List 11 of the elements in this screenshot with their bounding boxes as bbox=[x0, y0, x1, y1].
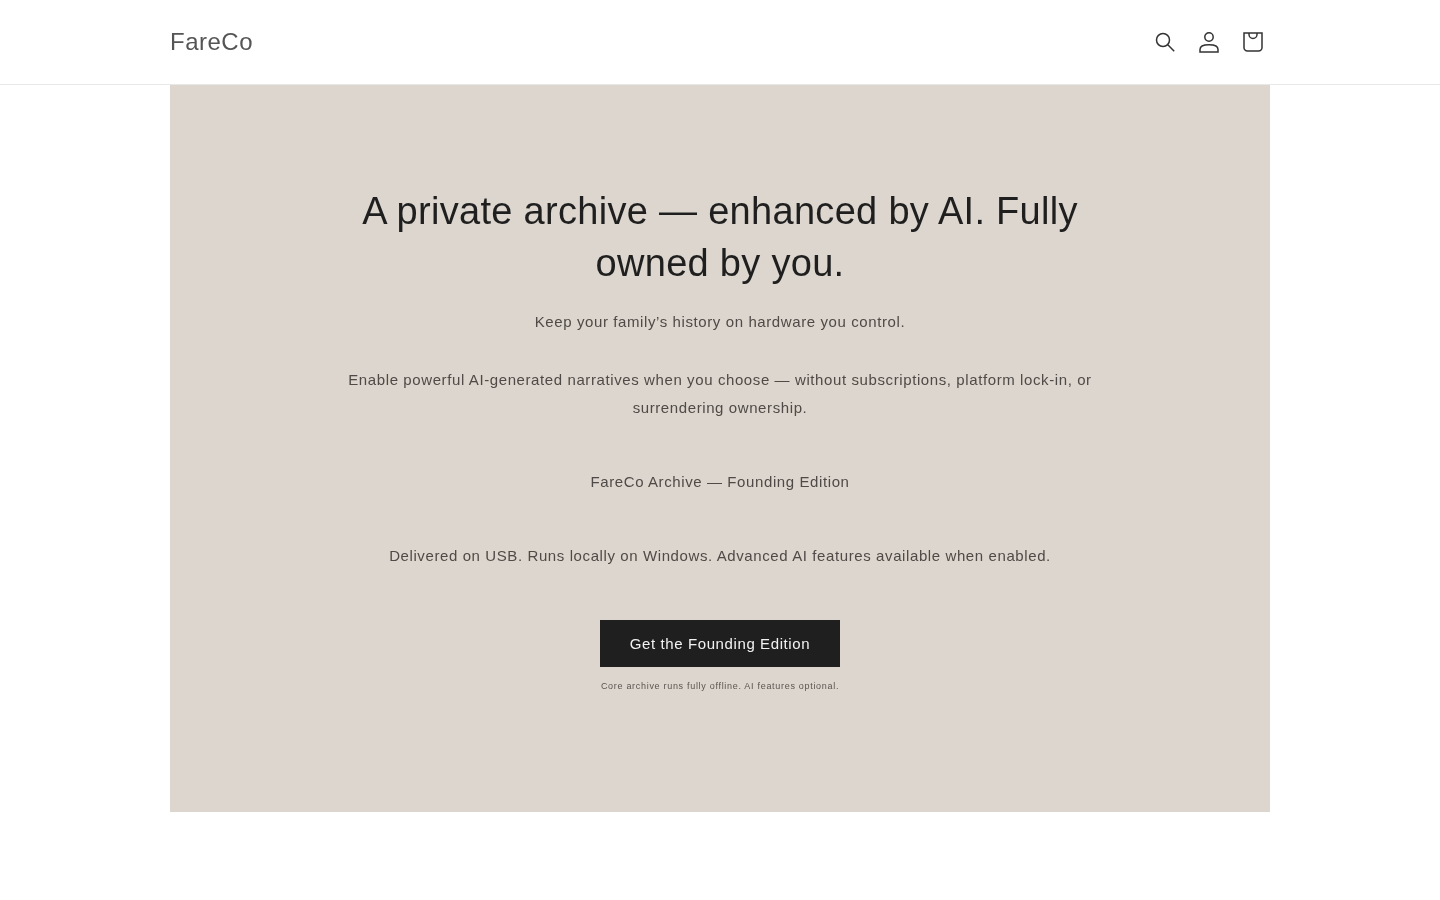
bag-icon bbox=[1243, 32, 1263, 52]
offline-note: Core archive runs fully offline. AI features optional. bbox=[600, 680, 840, 693]
search-icon bbox=[1155, 32, 1175, 52]
hero-text: FareCo Archive — Founding Edition bbox=[590, 472, 850, 492]
hero-heading: A private archive — enhanced by AI. Fully owned by you. bbox=[361, 189, 1079, 286]
hero-text: Keep your family’s history on hardware you control. bbox=[534, 312, 906, 332]
person-icon bbox=[1199, 31, 1219, 53]
site-logo[interactable]: FareCo bbox=[170, 28, 254, 56]
hero-text: Enable powerful AI-generated narratives when you choose — without subscriptions, platform lock-in, or surrendering ownership. bbox=[347, 370, 1093, 418]
hero-text: Delivered on USB. Runs locally on Windows. Advanced AI features available when enabled. bbox=[389, 546, 1051, 566]
founding-edition-button[interactable]: Get the Founding Edition bbox=[599, 620, 841, 667]
